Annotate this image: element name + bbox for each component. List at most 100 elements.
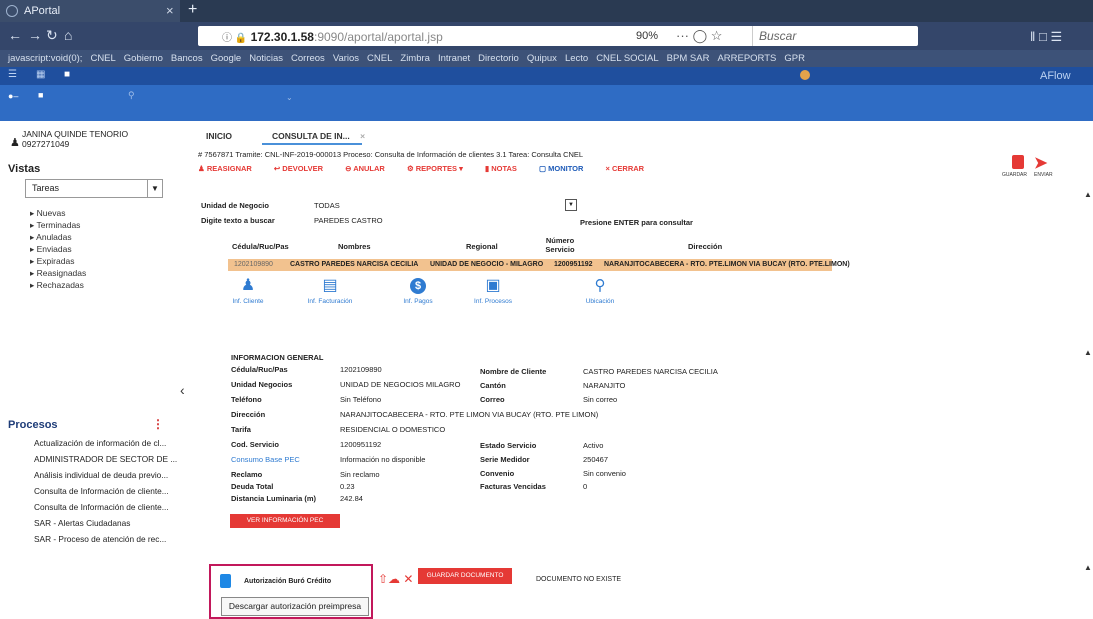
vistas-select[interactable]: Tareas ▼ bbox=[25, 179, 163, 198]
bookmark-item[interactable]: CNEL bbox=[367, 53, 392, 64]
chevron-down-icon[interactable]: ▼ bbox=[565, 199, 577, 211]
info-value: Sin reclamo bbox=[340, 470, 380, 479]
scroll-up-icon[interactable]: ▲ bbox=[1084, 348, 1092, 357]
grid-icon[interactable]: ▦ bbox=[36, 69, 45, 80]
scroll-up-icon[interactable]: ▲ bbox=[1084, 563, 1092, 572]
digite-label: Digite texto a buscar bbox=[201, 216, 275, 225]
proceso-item[interactable]: Análisis individual de deuda previo... bbox=[34, 470, 168, 480]
reload-icon[interactable]: ↻ bbox=[46, 27, 58, 44]
bookmark-item[interactable]: Varios bbox=[333, 53, 359, 64]
lock-icon: ⓘ 🔒 bbox=[222, 33, 248, 44]
ver-pec-button[interactable]: VER INFORMACIÓN PEC bbox=[230, 514, 340, 528]
monitor-button[interactable]: ▢ MONITOR bbox=[539, 164, 593, 173]
proceso-item[interactable]: SAR - Alertas Ciudadanas bbox=[34, 518, 130, 528]
collapse-sidebar-icon[interactable]: ‹ bbox=[180, 382, 185, 398]
bookmark-item[interactable]: Correos bbox=[291, 53, 325, 64]
forward-icon[interactable]: → bbox=[28, 27, 42, 43]
bookmark-item[interactable]: CNEL bbox=[90, 53, 115, 64]
proceso-item[interactable]: Consulta de Información de cliente... bbox=[34, 486, 169, 496]
table-row[interactable]: 1202109890 CASTRO PAREDES NARCISA CECILI… bbox=[228, 259, 850, 271]
unidad-select[interactable]: TODAS bbox=[314, 201, 340, 210]
bookmark-item[interactable]: Quipux bbox=[527, 53, 557, 64]
back-icon[interactable]: ← bbox=[8, 27, 22, 43]
inf-facturacion-button[interactable]: ▤ Inf. Facturación bbox=[300, 278, 360, 306]
new-tab-button[interactable]: + bbox=[188, 1, 197, 19]
bookmark-item[interactable]: Zimbra bbox=[400, 53, 430, 64]
location-pin-icon: ⚲ bbox=[594, 277, 606, 294]
chevron-down-icon[interactable]: ⌄ bbox=[286, 93, 293, 102]
anular-button[interactable]: ⊖ ANULAR bbox=[345, 164, 395, 173]
document-icon bbox=[220, 574, 231, 588]
tab-inicio[interactable]: INICIO bbox=[206, 131, 232, 141]
bookmark-item[interactable]: Google bbox=[211, 53, 242, 64]
home-icon[interactable]: ⌂ bbox=[64, 27, 72, 43]
send-icon[interactable]: ➤ bbox=[1034, 153, 1047, 173]
bookmark-item[interactable]: Noticias bbox=[249, 53, 283, 64]
consumo-pec-link[interactable]: Consumo Base PEC bbox=[231, 455, 300, 464]
inf-procesos-button[interactable]: ▣ Inf. Procesos bbox=[466, 278, 520, 306]
zoom-level[interactable]: 90% bbox=[636, 30, 658, 42]
library-menu-icon[interactable]: ‖ □ ☰ bbox=[1030, 29, 1062, 45]
video-icon[interactable]: ■ bbox=[38, 90, 43, 100]
proceso-item[interactable]: SAR - Proceso de atención de rec... bbox=[34, 534, 166, 544]
close-tab-icon[interactable]: × bbox=[360, 131, 365, 141]
inf-pagos-button[interactable]: $ Inf. Pagos bbox=[398, 278, 438, 305]
vistas-item-expiradas[interactable]: ▸ Expiradas bbox=[30, 256, 74, 267]
bookmark-item[interactable]: GPR bbox=[784, 53, 805, 64]
ubicacion-button[interactable]: ⚲ Ubicación bbox=[580, 277, 620, 306]
proceso-item[interactable]: Consulta de Información de cliente... bbox=[34, 502, 169, 512]
info-label: Cantón bbox=[480, 381, 506, 390]
menu-icon[interactable]: ☰ bbox=[8, 69, 17, 80]
notas-button[interactable]: ▮ NOTAS bbox=[485, 164, 527, 173]
col-header-regional: Regional bbox=[466, 242, 498, 251]
vistas-item-anuladas[interactable]: ▸ Anuladas bbox=[30, 232, 72, 243]
inf-cliente-button[interactable]: ♟ Inf. Cliente bbox=[228, 278, 268, 306]
user-id: 0927271049 bbox=[22, 139, 70, 149]
info-label: Serie Medidor bbox=[480, 455, 530, 464]
close-tab-icon[interactable]: × bbox=[166, 3, 174, 18]
scroll-up-icon[interactable]: ▲ bbox=[1084, 190, 1092, 199]
chevron-down-icon[interactable]: ▼ bbox=[147, 180, 162, 197]
proceso-item[interactable]: ADMINISTRADOR DE SECTOR DE ... bbox=[34, 454, 177, 464]
more-options-icon[interactable]: ⋮ bbox=[152, 417, 164, 431]
bookmark-item[interactable]: BPM SAR bbox=[667, 53, 710, 64]
bookmark-item[interactable]: CNEL SOCIAL bbox=[596, 53, 658, 64]
search-placeholder: Buscar bbox=[759, 29, 797, 43]
vistas-item-reasignadas[interactable]: ▸ Reasignadas bbox=[30, 268, 86, 279]
bookmark-item[interactable]: Directorio bbox=[478, 53, 519, 64]
bookmark-item[interactable]: Bancos bbox=[171, 53, 203, 64]
descargar-button[interactable]: Descargar autorización preimpresa bbox=[221, 597, 369, 616]
bookmark-item[interactable]: javascript:void(0); bbox=[8, 53, 82, 64]
key-icon[interactable]: ●– bbox=[8, 91, 18, 101]
tab-consulta[interactable]: CONSULTA DE IN... × bbox=[272, 131, 365, 141]
bookmark-item[interactable]: Intranet bbox=[438, 53, 470, 64]
info-label: Teléfono bbox=[231, 395, 262, 404]
vistas-item-nuevas[interactable]: ▸ Nuevas bbox=[30, 208, 65, 219]
vistas-item-enviadas[interactable]: ▸ Enviadas bbox=[30, 244, 72, 255]
bookmark-item[interactable]: ARREPORTS bbox=[717, 53, 776, 64]
vistas-item-rechazadas[interactable]: ▸ Rechazadas bbox=[30, 280, 84, 291]
save-icon[interactable] bbox=[1012, 155, 1024, 169]
devolver-button[interactable]: ↩ DEVOLVER bbox=[274, 164, 333, 173]
bookmark-item[interactable]: Gobierno bbox=[124, 53, 163, 64]
info-value: Información no disponible bbox=[340, 455, 426, 464]
reasignar-button[interactable]: ♟ REASIGNAR bbox=[198, 164, 262, 173]
proceso-item[interactable]: Actualización de información de cl... bbox=[34, 438, 166, 448]
search-box[interactable]: Buscar bbox=[752, 26, 903, 46]
ticket-info: # 7567871 Tramite: CNL-INF-2019-000013 P… bbox=[198, 150, 584, 159]
col-header-nombres: Nombres bbox=[338, 242, 371, 251]
search-input[interactable]: PAREDES CASTRO bbox=[314, 216, 383, 225]
cell-regional: UNIDAD DE NEGOCIO - MILAGRO bbox=[430, 261, 544, 268]
url-text[interactable]: ⓘ 🔒 172.30.1.58:9090/aportal/aportal.jsp bbox=[222, 29, 443, 44]
bookmark-item[interactable]: Lecto bbox=[565, 53, 588, 64]
save-label: GUARDAR bbox=[1002, 172, 1028, 178]
cerrar-button[interactable]: × CERRAR bbox=[606, 164, 655, 173]
guardar-documento-button[interactable]: GUARDAR DOCUMENTO bbox=[418, 568, 512, 584]
vistas-item-terminadas[interactable]: ▸ Terminadas bbox=[30, 220, 80, 231]
upload-icon[interactable]: ⇧☁ ✕ bbox=[378, 572, 413, 586]
reportes-button[interactable]: ⚙ REPORTES ▾ bbox=[407, 164, 473, 173]
page-actions-icon[interactable]: ··· ◯ ☆ bbox=[676, 28, 722, 44]
lock-app-icon[interactable]: ■ bbox=[64, 69, 70, 80]
browser-tab[interactable]: APortal × bbox=[0, 0, 180, 22]
search-icon[interactable]: ⚲ bbox=[128, 90, 135, 101]
